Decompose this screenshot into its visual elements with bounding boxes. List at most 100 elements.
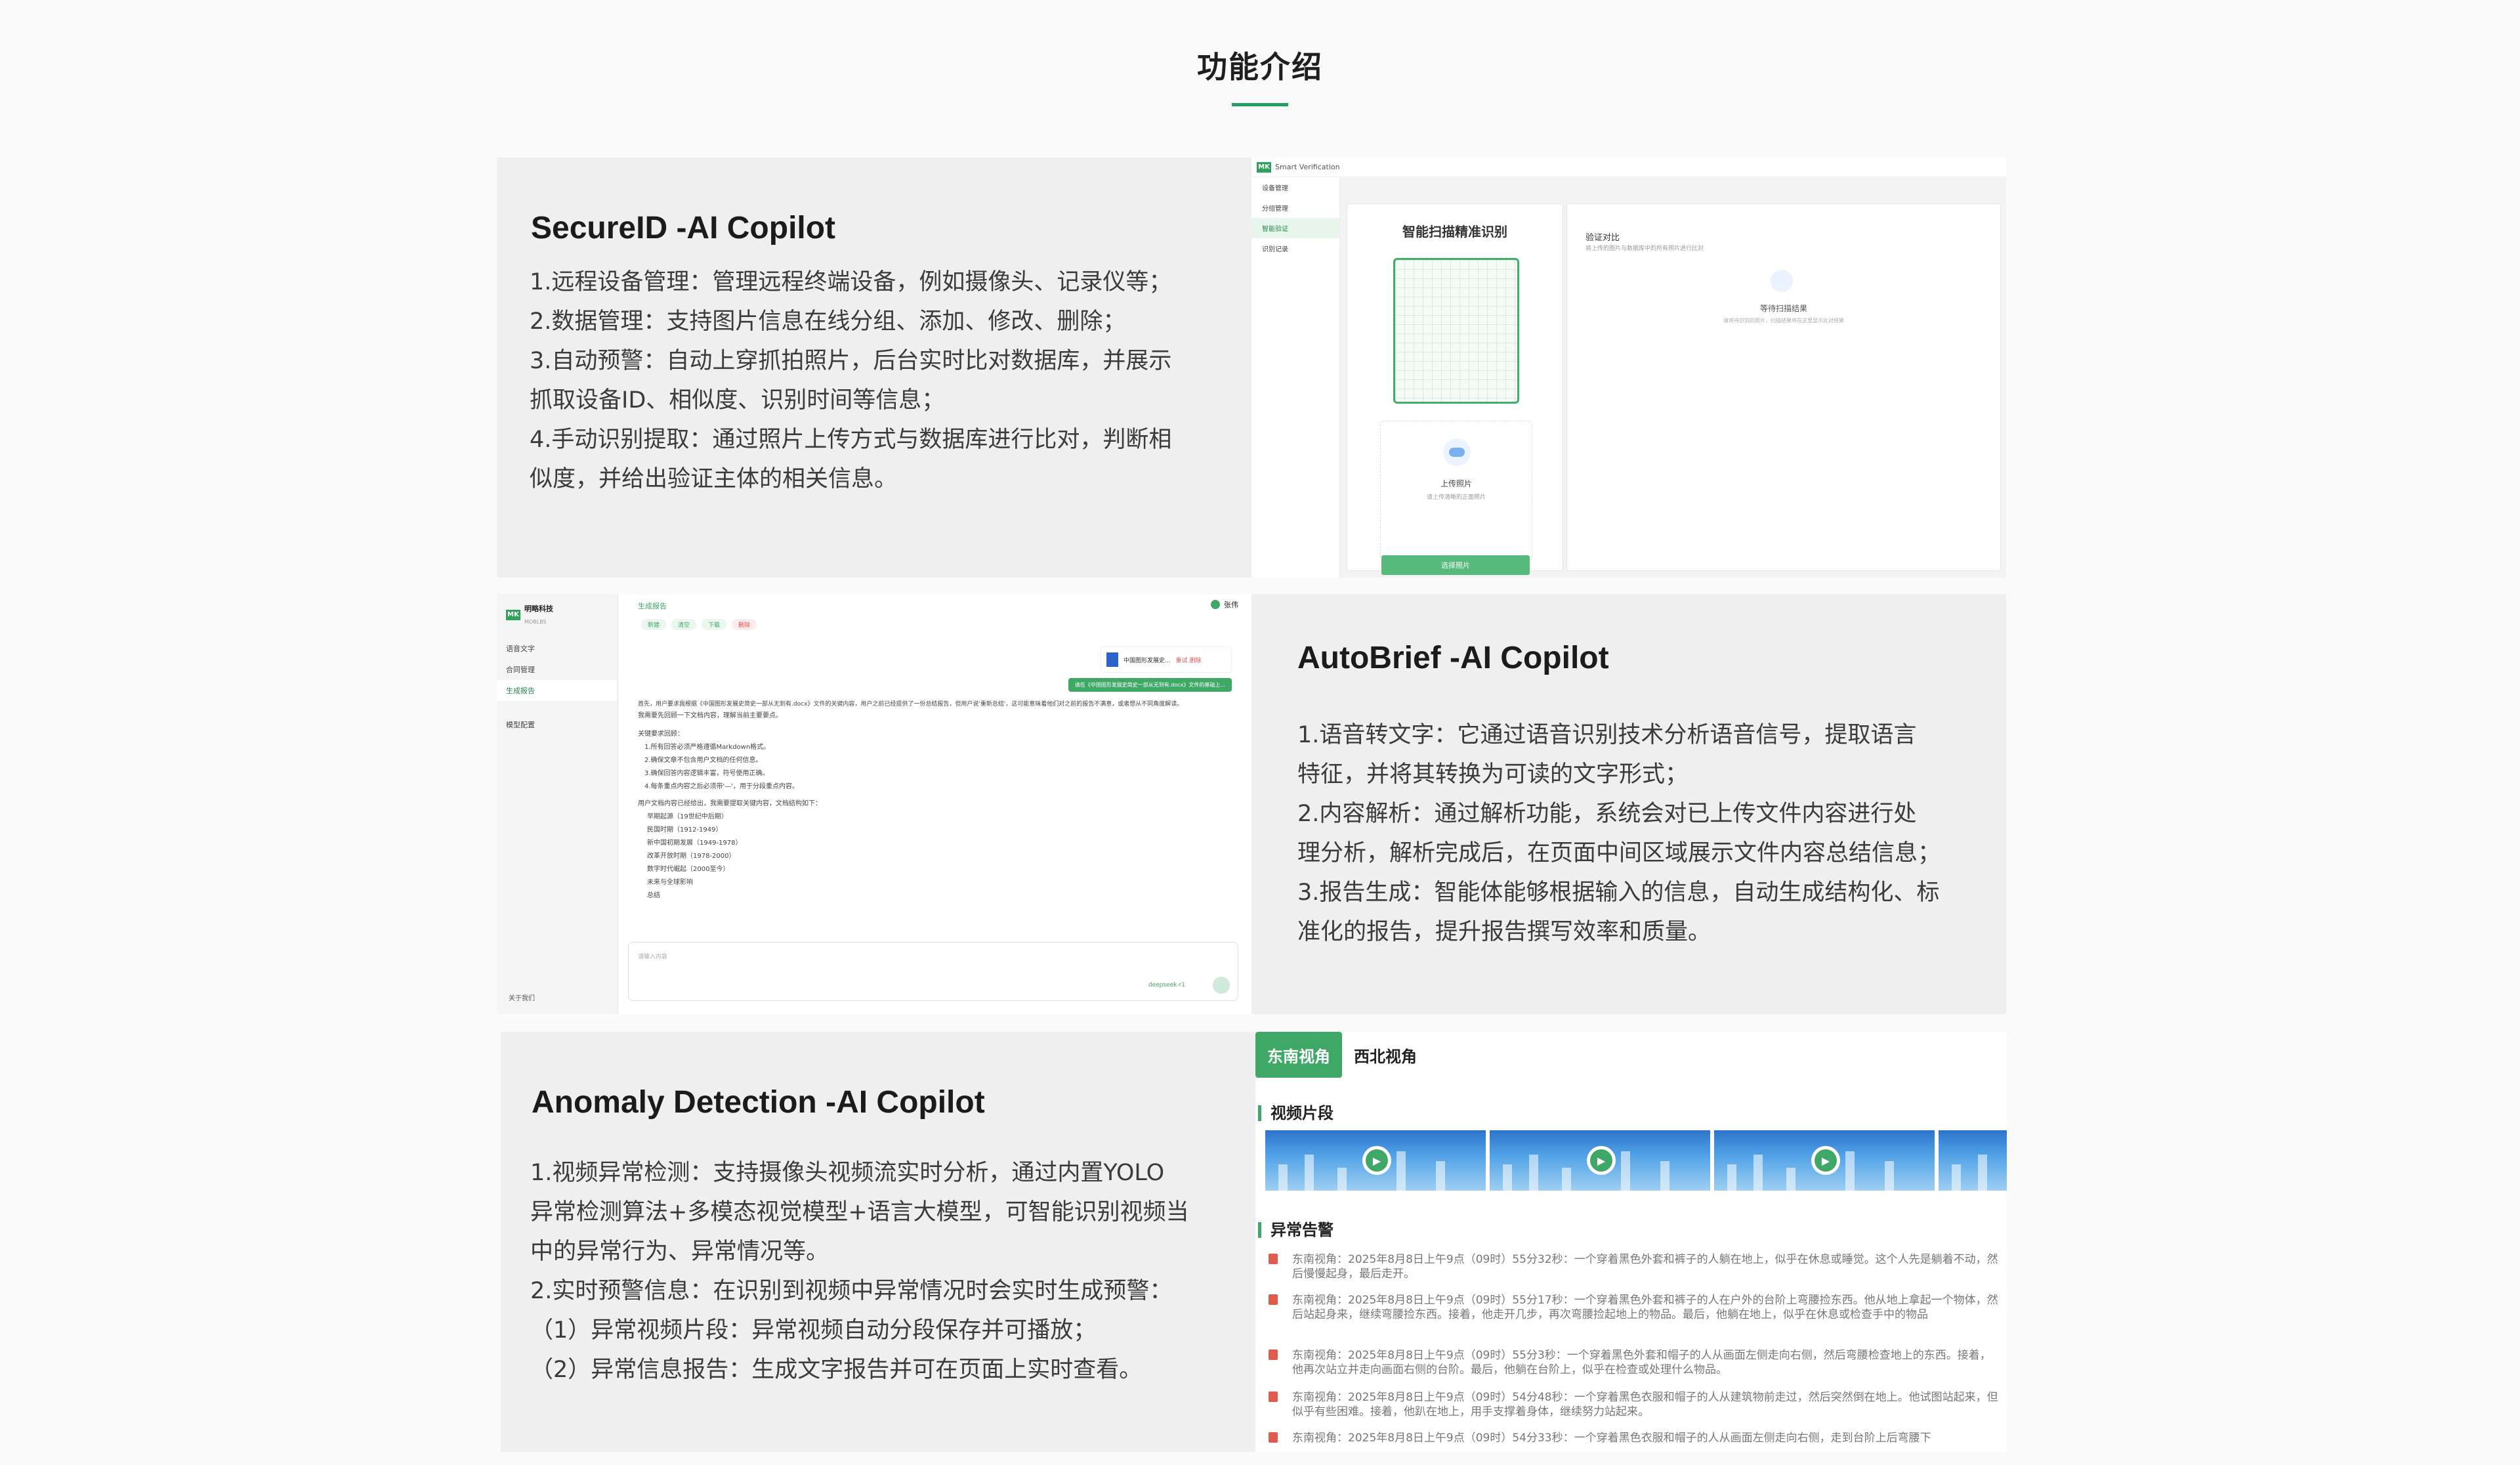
page-title: 功能介绍 [1197,49,1323,85]
alert-text: 东南视角：2025年8月8日上午9点（09时）55分17秒：一个穿着黑色外套和裤… [1292,1294,1998,1321]
verify-card: 验证对比 将上传的图片与数据库中的所有照片进行比对 等待扫描结果 请将待识别的照… [1566,203,2001,571]
view-tabs: 东南视角 西北视角 [1255,1032,1429,1078]
body-line: 异常检测算法+多模态视觉模型+语言大模型，可智能识别视频当 [530,1199,1189,1225]
body-line: 1.语音转文字：它通过语音识别技术分析语音信号，提取语言 [1297,722,1917,748]
alert-item: 东南视角：2025年8月8日上午9点（09时）55分3秒：一个穿着黑色外套和帽子… [1269,1348,1999,1377]
alert-text: 东南视角：2025年8月8日上午9点（09时）54分48秒：一个穿着黑色衣服和帽… [1292,1391,1998,1418]
chip-new[interactable]: 新建 [641,619,667,630]
play-icon[interactable]: ▶ [1362,1146,1391,1175]
body-line: （2）异常信息报告：生成文字报告并可在页面上实时查看。 [530,1357,1143,1383]
app-topbar: MK Smart Verification [1251,158,2006,177]
sidebar-item-contracts[interactable]: 合同管理 [497,659,618,680]
response-line: 新中国初期发展（1949-1978） [647,839,742,847]
page-tab: 生成报告 [638,602,667,610]
sidebar-item-report[interactable]: 生成报告 [497,680,618,701]
section-title: AutoBrief -AI Copilot [1297,641,1609,675]
play-icon[interactable]: ▶ [1811,1146,1840,1175]
response-line: 改革开放时期（1978-2000） [647,853,736,860]
user-prompt-bubble: 请在《中国图形发展史简史一部从无到有.docx》文件的基础上... [1068,678,1232,692]
body-line: 4.手动识别提取：通过照片上传方式与数据库进行比对，判断相 [530,427,1172,453]
sidebar-item-groups[interactable]: 分组管理 [1251,198,1339,218]
body-line: （1）异常视频片段：异常视频自动分段保存并可播放； [530,1317,1097,1344]
body-line: 2.实时预警信息：在识别到视频中异常情况时会实时生成预警： [530,1278,1173,1304]
sidebar-item-devices[interactable]: 设备管理 [1251,177,1339,198]
verify-title: 验证对比 [1586,233,1620,243]
word-file-icon [1106,652,1118,667]
alert-item: 东南视角：2025年8月8日上午9点（09时）55分32秒：一个穿着黑色外套和裤… [1269,1252,1999,1281]
upload-cloud-icon [1443,438,1471,466]
section-body: 1.语音转文字：它通过语音识别技术分析语音信号，提取语言 特征，并将其转换为可读… [1297,715,1993,952]
alert-item: 东南视角：2025年8月8日上午9点（09时）54分48秒：一个穿着黑色衣服和帽… [1269,1390,1999,1419]
play-icon[interactable]: ▶ [1587,1146,1616,1175]
response-line: 1.所有回答必须严格遵循Markdown格式。 [644,744,770,751]
response-line: 2.确保文章不包含用户文档的任何信息。 [644,757,763,764]
sidebar-item-model-config[interactable]: 模型配置 [497,714,618,735]
video-clip-3[interactable]: ▶ [1714,1130,1935,1191]
app-sidebar: MK 明略科技 MOBLBS 语音文字 合同管理 生成报告 模型配置 关于我们 [497,594,618,1014]
section-body: 1.远程设备管理：管理远程终端设备，例如摄像头、记录仪等； 2.数据管理：支持图… [530,263,1232,499]
section-title: SecureID -AI Copilot [531,211,836,245]
alert-text: 东南视角：2025年8月8日上午9点（09时）54分33秒：一个穿着黑色衣服和帽… [1292,1432,1931,1445]
file-card[interactable]: 中国图形发展史... 重试 删除 [1101,647,1232,673]
screenshot-secureid: MK Smart Verification 设备管理 分组管理 智能验证 识别记… [1251,158,2006,578]
alert-icon [1269,1349,1278,1360]
panel-anomaly: Anomaly Detection -AI Copilot 1.视频异常检测：支… [501,1032,1255,1452]
alert-icon [1269,1432,1278,1443]
response-line: 早期起源（19世纪中后期） [647,813,728,820]
video-clip-1[interactable]: ▶ [1265,1130,1486,1191]
response-line: 关键要求回顾： [638,731,684,738]
choose-photo-button[interactable]: 选择照片 [1381,555,1530,575]
model-selector[interactable]: deepseek-r1 [1148,982,1185,988]
verify-subtitle: 将上传的图片与数据库中的所有照片进行比对 [1586,245,1704,252]
chip-delete[interactable]: 删除 [732,619,757,630]
body-line: 似度，并给出验证主体的相关信息。 [530,466,898,492]
alert-text: 东南视角：2025年8月8日上午9点（09时）55分3秒：一个穿着黑色外套和帽子… [1292,1349,1991,1376]
upload-area[interactable]: 上传照片 请上传清晰的正面照片 [1380,421,1532,562]
body-line: 1.视频异常检测：支持摄像头视频流实时分析，通过内置YOLO [530,1160,1165,1186]
sidebar-item-speech[interactable]: 语音文字 [497,638,618,659]
body-line: 3.报告生成：智能体能够根据输入的信息，自动生成结构化、标 [1297,880,1940,906]
body-line: 特征，并将其转换为可读的文字形式； [1297,761,1689,788]
tab-southeast[interactable]: 东南视角 [1255,1032,1342,1078]
video-clip-4[interactable] [1939,1130,2007,1191]
chip-clear[interactable]: 清空 [671,619,697,630]
section-title: Anomaly Detection -AI Copilot [532,1085,985,1120]
title-underline [1232,103,1288,106]
user-icon [1211,600,1220,609]
video-clip-2[interactable]: ▶ [1490,1130,1710,1191]
screenshot-anomaly: 东南视角 西北视角 视频片段 ▶ ▶ ▶ 异常告警 东南视角：2025年8月8日… [1255,1032,2007,1452]
assistant-response: 首先，用户要求我根据《中国图形发展史简史一部从无到有.docx》文件的关键内容，… [638,699,1228,902]
body-line: 理分析，解析完成后，在页面中间区域展示文件内容总结信息； [1297,840,1941,866]
body-line: 3.自动预警：自动上穿抓拍照片，后台实时比对数据库，并展示 [530,348,1172,374]
response-line: 总结 [647,892,660,899]
waiting-text: 等待扫描结果 [1759,304,1807,313]
app-sidebar: 设备管理 分组管理 智能验证 识别记录 [1251,177,1340,578]
user-badge[interactable]: 张伟 [1211,599,1238,610]
brand-en: MOBLBS [524,619,547,625]
response-line: 我需要先回顾一下文档内容，理解当前主要要点。 [638,712,782,719]
alert-text: 东南视角：2025年8月8日上午9点（09时）55分32秒：一个穿着黑色外套和裤… [1292,1253,1998,1281]
response-line: 4.每条重点内容之后必须带'—'，用于分段重点内容。 [644,783,799,790]
tab-northwest[interactable]: 西北视角 [1342,1032,1429,1078]
chat-input[interactable]: 请输入内容 deepseek-r1 [628,942,1238,1001]
waiting-hint: 请将待识别的照片，扫描结果将在这里显示比对结果 [1723,318,1844,324]
sidebar-item-records[interactable]: 识别记录 [1251,238,1339,259]
panel-autobrief: AutoBrief -AI Copilot 1.语音转文字：它通过语音识别技术分… [1251,594,2006,1014]
toolbar-chips: 新建 清空 下载 删除 [641,619,757,630]
chip-download[interactable]: 下载 [702,619,727,630]
avatar-icon [1771,270,1793,292]
scan-card: 智能扫描精准识别 上传照片 请上传清晰的正面照片 选择照片 [1347,203,1563,575]
file-name: 中国图形发展史... [1124,657,1171,664]
brand-name: 明略科技 [524,605,553,613]
alert-icon [1269,1254,1278,1264]
response-line: 用户文档内容已经给出，我需要提取关键内容，文档结构如下： [638,800,822,807]
input-placeholder: 请输入内容 [638,954,668,960]
screenshot-autobrief: MK 明略科技 MOBLBS 语音文字 合同管理 生成报告 模型配置 关于我们 生… [497,594,1251,1014]
about-link[interactable]: 关于我们 [509,992,535,1002]
app-name: Smart Verification [1275,163,1340,171]
sidebar-item-verify[interactable]: 智能验证 [1251,218,1339,238]
logo-icon: MK [506,609,520,620]
file-actions[interactable]: 重试 删除 [1176,656,1202,664]
video-section-title: 视频片段 [1258,1105,1334,1121]
send-button[interactable] [1213,977,1230,994]
